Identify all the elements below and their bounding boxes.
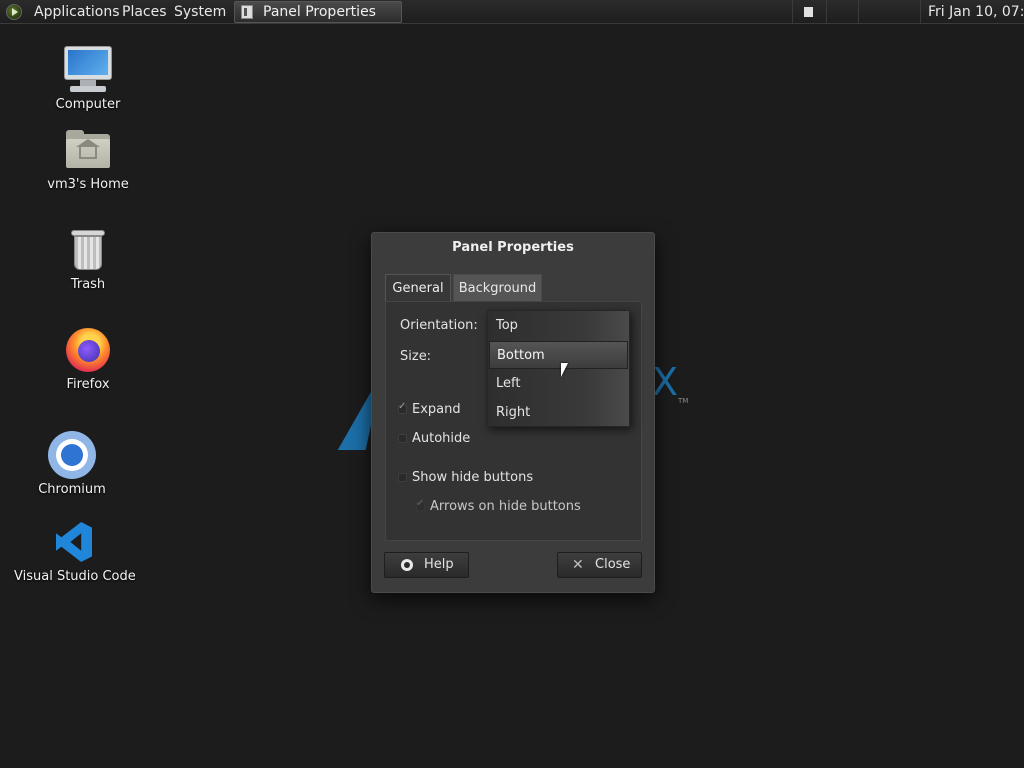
separator: [792, 0, 793, 24]
expand-label[interactable]: Expand: [412, 402, 461, 417]
desktop-icon-label: Visual Studio Code: [14, 569, 136, 584]
help-button[interactable]: Help: [384, 552, 469, 578]
separator: [826, 0, 827, 24]
autohide-checkbox[interactable]: [398, 434, 407, 443]
desktop-icon-home[interactable]: vm3's Home: [38, 130, 138, 196]
top-panel: Applications Places System Panel Propert…: [0, 0, 1024, 24]
orientation-label: Orientation:: [400, 318, 478, 333]
desktop-icon-label: Trash: [70, 277, 106, 292]
show-hide-buttons-checkbox[interactable]: [398, 473, 407, 482]
window-icon: [241, 5, 253, 19]
autohide-label[interactable]: Autohide: [412, 431, 470, 446]
dropdown-option-bottom[interactable]: Bottom: [489, 341, 628, 369]
orientation-dropdown-list[interactable]: Top Bottom Left Right: [487, 310, 630, 427]
desktop-icon-label: Chromium: [38, 482, 106, 497]
show-hide-buttons-label[interactable]: Show hide buttons: [412, 470, 533, 485]
desktop-icon-firefox[interactable]: Firefox: [38, 328, 138, 396]
applications-menu[interactable]: Applications: [34, 0, 120, 24]
separator: [920, 0, 921, 24]
places-menu[interactable]: Places: [122, 0, 167, 24]
home-folder-icon: [66, 130, 110, 170]
close-icon: ✕: [572, 557, 584, 573]
dropdown-option-left[interactable]: Left: [489, 370, 628, 398]
show-desktop-icon[interactable]: [804, 7, 813, 17]
clock[interactable]: Fri Jan 10, 07:11: [928, 0, 1024, 24]
separator: [858, 0, 859, 24]
trash-icon: [69, 230, 107, 272]
vscode-icon: [50, 522, 98, 564]
taskbar-button-panel-properties[interactable]: Panel Properties: [234, 1, 402, 23]
dropdown-option-right[interactable]: Right: [489, 399, 628, 427]
firefox-icon: [66, 328, 110, 372]
tab-background[interactable]: Background: [453, 274, 542, 302]
desktop-icon-computer[interactable]: Computer: [38, 46, 138, 116]
tab-general[interactable]: General: [385, 274, 451, 302]
size-label: Size:: [400, 349, 432, 364]
dropdown-option-top[interactable]: Top: [489, 312, 628, 340]
desktop-icon-label: Computer: [55, 97, 121, 112]
mouse-cursor-icon: [561, 363, 568, 377]
expand-checkbox[interactable]: [398, 401, 407, 414]
chromium-icon: [48, 431, 96, 479]
wallpaper-logo-trademark: TM: [678, 397, 689, 405]
desktop-icon-trash[interactable]: Trash: [38, 230, 138, 296]
dialog-title[interactable]: Panel Properties: [372, 233, 654, 263]
close-button-label: Close: [595, 557, 631, 572]
arrows-on-hide-buttons-checkbox: [416, 498, 425, 511]
wallpaper-logo-letter: X: [652, 360, 679, 404]
desktop-icon-label: Firefox: [66, 377, 110, 392]
computer-icon: [64, 46, 112, 92]
desktop-icon-label: vm3's Home: [47, 177, 129, 192]
desktop-icon-chromium[interactable]: Chromium: [22, 431, 122, 501]
close-button[interactable]: ✕ Close: [557, 552, 642, 578]
help-button-label: Help: [424, 557, 454, 572]
system-menu[interactable]: System: [174, 0, 226, 24]
arrows-on-hide-buttons-label: Arrows on hide buttons: [430, 499, 581, 514]
desktop-icon-vscode[interactable]: Visual Studio Code: [14, 522, 136, 588]
taskbar-button-label: Panel Properties: [263, 4, 376, 20]
menu-logo-icon[interactable]: [6, 4, 22, 20]
help-icon: [401, 559, 413, 571]
